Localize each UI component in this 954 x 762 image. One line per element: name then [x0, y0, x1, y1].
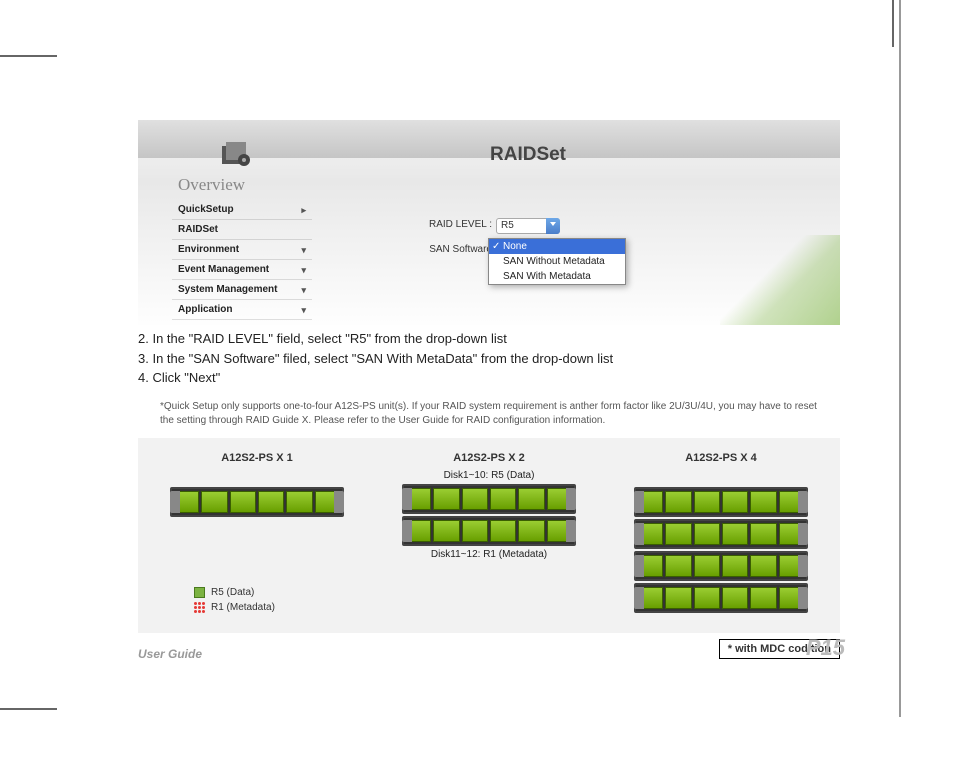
legend: R5 (Data) R1 (Metadata) — [194, 585, 275, 615]
sidebar-item-raidset[interactable]: RAIDSet — [172, 220, 312, 240]
page-number: P15 — [806, 635, 845, 661]
sidebar: QuickSetup▸ RAIDSet Environment▾ Event M… — [172, 200, 312, 320]
footnote: *Quick Setup only supports one-to-four A… — [160, 400, 820, 428]
step-3: 3. In the "SAN Software" filed, select "… — [138, 349, 840, 369]
col-x4: A12S2-PS X 4 — [622, 452, 820, 615]
footer-guide: User Guide — [138, 647, 202, 661]
raid-unit — [402, 484, 576, 514]
san-software-dropdown[interactable]: None SAN Without Metadata SAN With Metad… — [488, 238, 626, 285]
raid-unit — [634, 551, 808, 581]
raid-level-label: RAID LEVEL : — [424, 219, 492, 230]
step-2: 2. In the "RAID LEVEL" field, select "R5… — [138, 329, 840, 349]
raid-unit — [634, 583, 808, 613]
sidebar-item-environment[interactable]: Environment▾ — [172, 240, 312, 260]
disk-label-1: Disk1~10: R5 (Data) — [390, 470, 588, 481]
col-x2: A12S2-PS X 2 Disk1~10: R5 (Data) Disk11~… — [390, 452, 588, 615]
disk-label-2: Disk11~12: R1 (Metadata) — [390, 549, 588, 560]
raid-unit-diagram: A12S2-PS X 1 A12S2-PS X 2 Disk1~10: R5 (… — [138, 438, 840, 633]
dropdown-option-without-metadata[interactable]: SAN Without Metadata — [489, 254, 625, 269]
instruction-steps: 2. In the "RAID LEVEL" field, select "R5… — [138, 329, 840, 388]
sidebar-item-event-management[interactable]: Event Management▾ — [172, 260, 312, 280]
sidebar-item-system-management[interactable]: System Management▾ — [172, 280, 312, 300]
san-software-label: SAN Software — [424, 244, 492, 255]
raid-unit — [634, 487, 808, 517]
step-4: 4. Click "Next" — [138, 368, 840, 388]
sidebar-item-application[interactable]: Application▾ — [172, 300, 312, 320]
raid-unit — [170, 487, 344, 517]
sidebar-item-quicksetup[interactable]: QuickSetup▸ — [172, 200, 312, 220]
panel-title: RAIDSet — [490, 144, 566, 166]
dropdown-option-with-metadata[interactable]: SAN With Metadata — [489, 269, 625, 284]
raid-level-select[interactable]: R5 — [496, 218, 560, 234]
dropdown-option-none[interactable]: None — [489, 239, 625, 254]
raid-unit — [402, 516, 576, 546]
app-screenshot: RAIDSet Overview QuickSetup▸ RAIDSet Env… — [138, 120, 840, 325]
raid-unit — [634, 519, 808, 549]
legend-swatch-green — [194, 587, 205, 598]
raidset-icon — [220, 138, 252, 168]
overview-heading: Overview — [178, 175, 245, 195]
legend-swatch-dots — [194, 602, 205, 613]
